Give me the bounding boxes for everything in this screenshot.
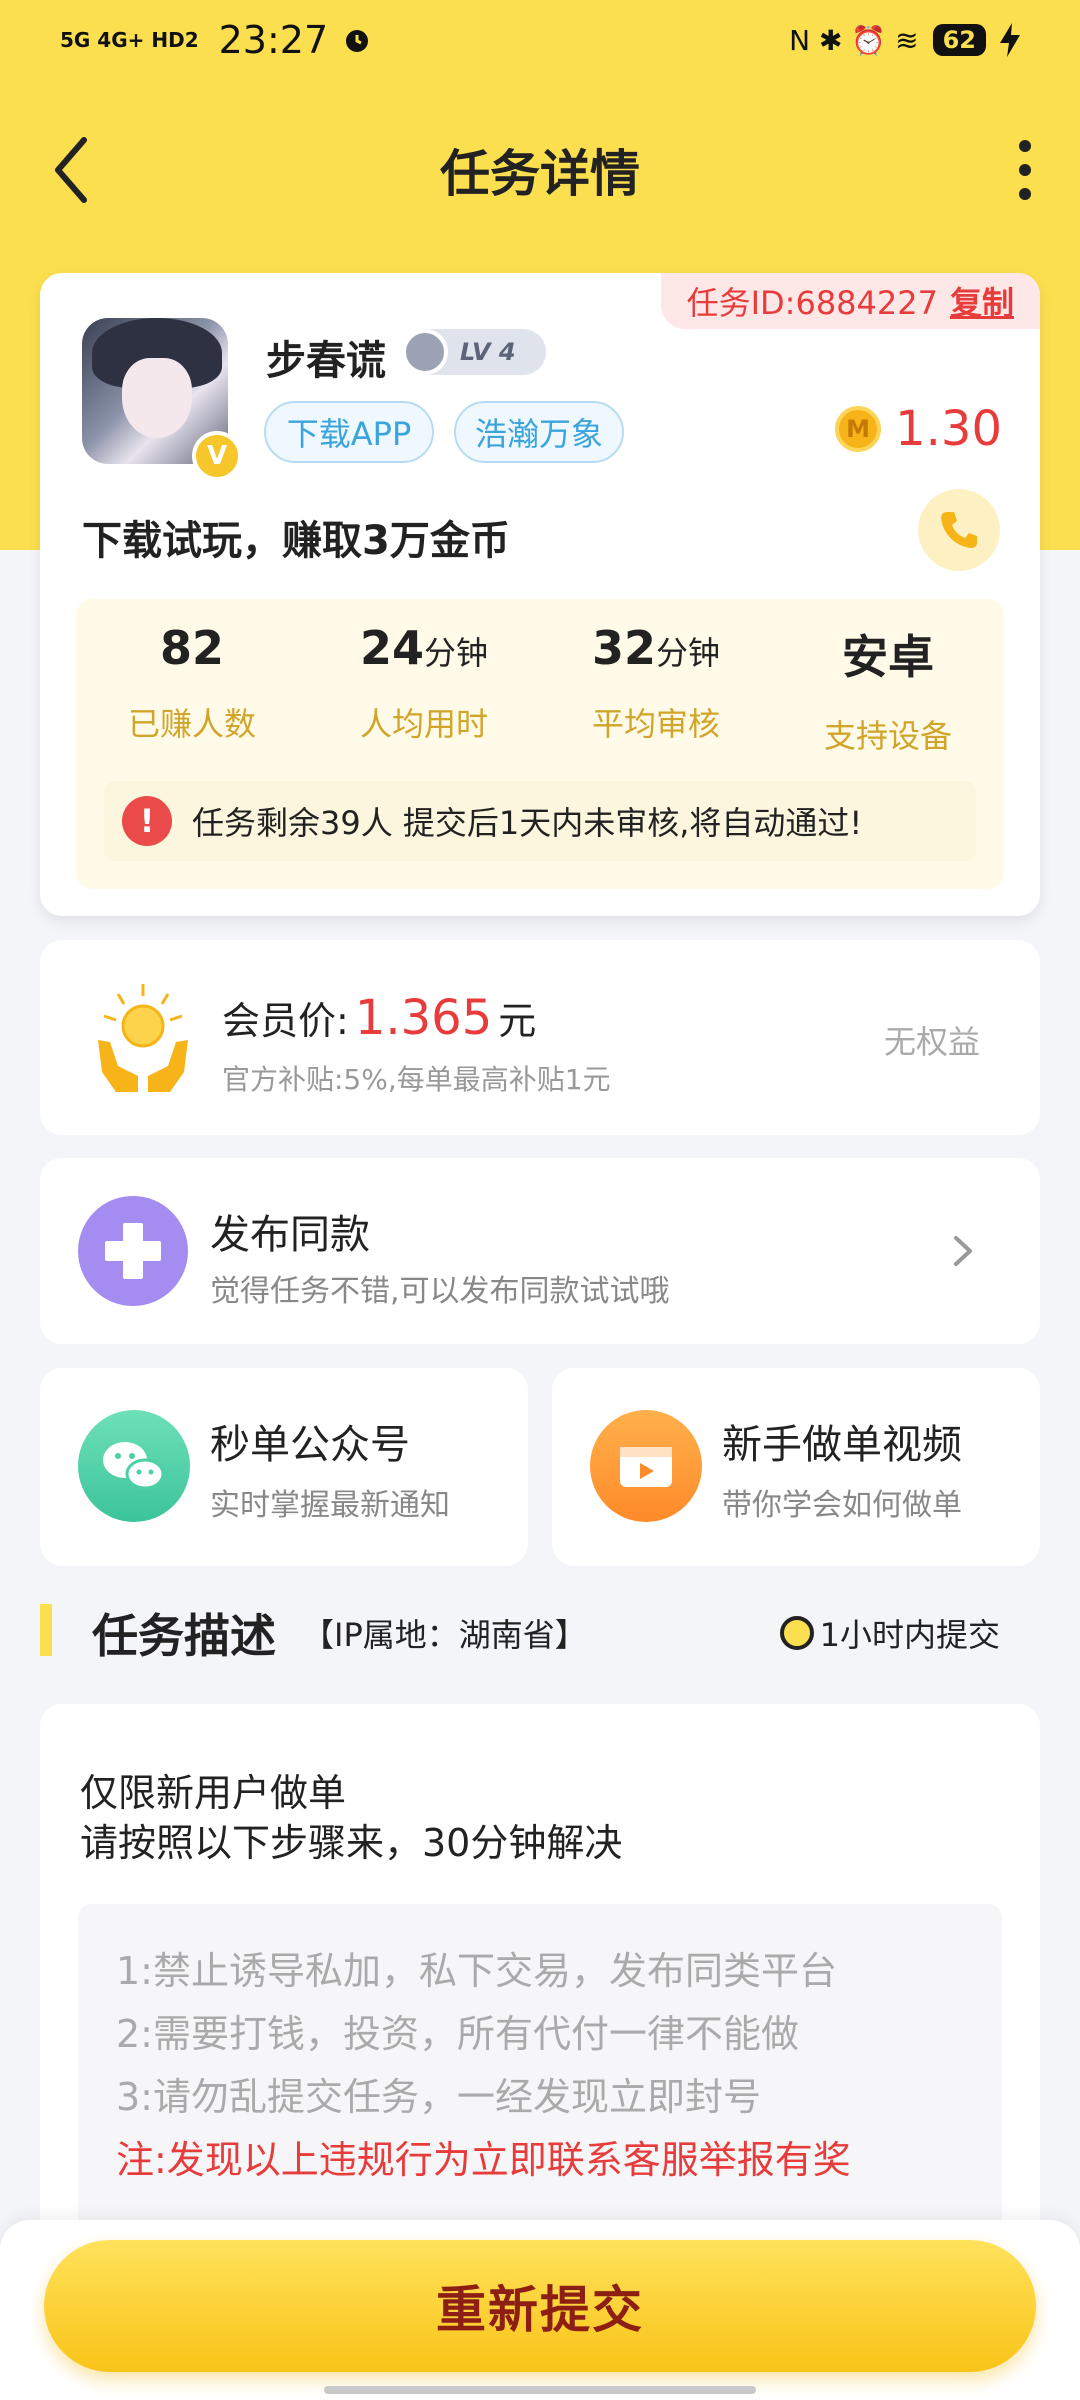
stat-avg-review: 32分钟 平均审核: [591, 621, 721, 743]
rule-item: 2:需要打钱，投资，所有代付一律不能做: [116, 2012, 799, 2056]
member-status: 无权益: [883, 1023, 980, 1061]
alarm-icon: [346, 30, 369, 52]
task-id-badge: 任务ID:6884227 复制: [660, 273, 1040, 329]
task-notice: ! 任务剩余39人 提交后1天内未审核,将自动通过!: [104, 781, 976, 861]
home-indicator[interactable]: [324, 2386, 756, 2394]
phone-icon: [941, 512, 977, 548]
navigation-bar: 任务详情: [0, 110, 1080, 230]
stat-supported-device: 安卓 支持设备: [823, 630, 952, 755]
violation-warning: 注:发现以上违规行为立即联系客服举报有奖: [116, 2138, 851, 2182]
subsidy-hands-icon: [98, 984, 188, 1092]
charging-icon: [1000, 23, 1020, 57]
bottom-action-bar: 重新提交: [0, 2220, 1080, 2400]
submission-deadline: 1小时内提交: [779, 1610, 1000, 1656]
network-indicator: 5G 4G+ HD2: [60, 28, 199, 52]
warning-icon: !: [122, 796, 172, 846]
member-price: 会员价: 1.365 元: [222, 990, 536, 1046]
description-main: 仅限新用户做单 请按照以下步骤来，30分钟解决: [80, 1768, 622, 1868]
publisher-name: 步春谎: [266, 338, 386, 384]
wechat-icon: [78, 1410, 190, 1522]
publish-subtitle: 觉得任务不错,可以发布同款试试哦: [210, 1274, 670, 1309]
level-medal-icon: [402, 329, 448, 375]
member-subsidy-text: 官方补贴:5%,每单最高补贴1元: [222, 1063, 611, 1096]
tutorial-video-card[interactable]: 新手做单视频 带你学会如何做单: [552, 1368, 1040, 1566]
tag-download-app: 下载APP: [264, 401, 434, 463]
publish-same-card[interactable]: 发布同款 觉得任务不错,可以发布同款试试哦: [40, 1158, 1040, 1344]
rule-item: 3:请勿乱提交任务，一经发现立即封号: [116, 2075, 761, 2119]
vip-badge-icon: V: [192, 431, 242, 481]
phone-call-button[interactable]: [918, 489, 1000, 571]
status-icons: N ✱ ⏰ ≋: [789, 23, 919, 57]
reward-amount: 1.30: [895, 401, 1002, 457]
page-title: 任务详情: [440, 145, 640, 203]
chevron-right-icon: [954, 1236, 972, 1266]
stat-avg-time: 24分钟 人均用时: [359, 621, 489, 743]
task-info-card: 任务ID:6884227 复制 V 步春谎 LV 4 下载APP 浩瀚万象 M …: [40, 273, 1040, 916]
clock-icon: [779, 1616, 814, 1650]
more-options-icon[interactable]: [1010, 140, 1040, 200]
task-reward: M 1.30: [835, 401, 1002, 457]
notice-text: 任务剩余39人 提交后1天内未审核,将自动通过!: [192, 804, 863, 842]
task-title: 下载试玩，赚取3万金币: [82, 518, 510, 564]
status-bar: 5G 4G+ HD2 23:27 N ✱ ⏰ ≋ 62: [0, 0, 1080, 80]
rule-item: 1:禁止诱导私加，私下交易，发布同类平台: [116, 1949, 837, 1993]
member-price-label: 会员价:: [222, 999, 349, 1043]
stat-earned-count: 82 已赚人数: [127, 621, 256, 743]
description-line-2: 请按照以下步骤来，30分钟解决: [80, 1821, 623, 1865]
official-account-title: 秒单公众号: [210, 1422, 410, 1468]
task-description-header: 任务描述 【IP属地：湖南省】 1小时内提交: [40, 1600, 1040, 1663]
tutorial-video-subtitle: 带你学会如何做单: [722, 1488, 962, 1523]
member-price-value: 1.365: [354, 990, 493, 1046]
coin-icon: M: [835, 406, 882, 452]
resubmit-button[interactable]: 重新提交: [44, 2240, 1036, 2372]
level-badge: LV 4: [402, 329, 546, 375]
deadline-text: 1小时内提交: [819, 1616, 1000, 1654]
tag-category: 浩瀚万象: [454, 401, 624, 463]
back-arrow-icon[interactable]: [40, 130, 110, 210]
official-account-subtitle: 实时掌握最新通知: [210, 1488, 450, 1523]
description-line-1: 仅限新用户做单: [80, 1771, 347, 1815]
section-accent-bar: [40, 1604, 52, 1656]
copy-task-id-button[interactable]: 复制: [950, 278, 1014, 324]
battery-indicator: 62: [932, 24, 986, 56]
status-time: 23:27: [218, 18, 329, 62]
plus-icon: [78, 1196, 188, 1306]
tutorial-video-title: 新手做单视频: [722, 1422, 962, 1468]
publish-title: 发布同款: [210, 1212, 370, 1258]
ip-location: 【IP属地：湖南省】: [302, 1616, 587, 1654]
member-price-card[interactable]: 会员价: 1.365 元 官方补贴:5%,每单最高补贴1元 无权益: [40, 940, 1040, 1135]
official-account-card[interactable]: 秒单公众号 实时掌握最新通知: [40, 1368, 528, 1566]
task-id-text: 任务ID:6884227: [686, 284, 938, 322]
section-title: 任务描述: [92, 1609, 276, 1663]
level-text: LV 4: [460, 338, 516, 366]
member-price-unit: 元: [498, 999, 537, 1043]
task-stats-panel: 82 已赚人数 24分钟 人均用时 32分钟 平均审核 安卓 支持设备 ! 任务…: [76, 599, 1004, 889]
video-icon: [590, 1410, 702, 1522]
